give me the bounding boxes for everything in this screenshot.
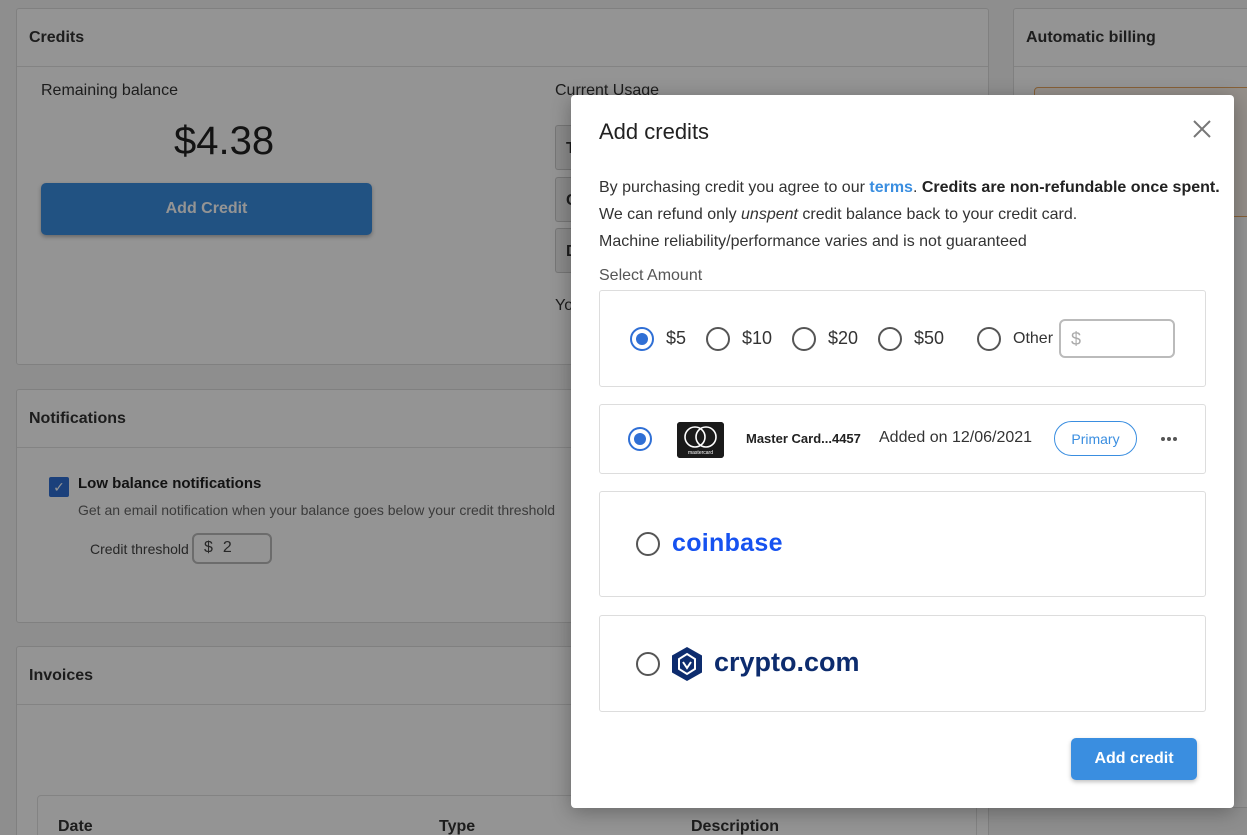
card-name: Master Card...4457 [746,431,861,446]
payment-radio-coinbase[interactable] [636,532,660,556]
payment-radio-card[interactable] [628,427,652,451]
modal-title: Add credits [599,119,710,144]
amount-radio-10[interactable] [706,327,730,351]
primary-badge: Primary [1054,421,1137,456]
amount-label-20: $20 [828,328,859,348]
reliability-notice: Machine reliability/performance varies a… [599,233,1027,250]
amount-label-50: $50 [914,328,945,348]
amount-selector: $5 $10 $20 $50 Other $ [599,290,1206,387]
mastercard-logo-icon: mastercard [677,422,724,458]
refund-suffix: credit balance back to your credit card. [797,206,1078,223]
submit-add-credit-button[interactable]: Add credit [1071,738,1197,780]
payment-radio-crypto[interactable] [636,652,660,676]
select-amount-label: Select Amount [599,267,703,284]
amount-radio-other[interactable] [977,327,1001,351]
amount-radio-20[interactable] [792,327,816,351]
payment-method-card[interactable]: mastercard Master Card...4457 Added on 1… [599,404,1206,474]
amount-label-10: $10 [742,328,773,348]
close-icon[interactable] [1190,117,1214,141]
refund-italic: unspent [741,206,798,223]
card-added-date: Added on 12/06/2021 [879,429,1033,446]
more-options-icon[interactable] [1160,430,1178,448]
other-amount-label: Other [1013,330,1054,347]
terms-link[interactable]: terms [869,179,913,196]
crypto-com-logo-icon [672,647,702,681]
refund-prefix: We can refund only [599,206,742,223]
refund-notice: We can refund only unspent credit balanc… [599,206,1077,224]
other-amount-input[interactable]: $ [1059,319,1175,358]
terms-notice: By purchasing credit you agree to our te… [599,179,1220,196]
payment-method-coinbase[interactable]: coinbase [599,491,1206,597]
coinbase-logo: coinbase [672,529,783,557]
amount-radio-50[interactable] [878,327,902,351]
amount-label-5: $5 [666,328,687,348]
payment-method-crypto[interactable]: crypto.com [599,615,1206,712]
add-credits-modal: Add credits By purchasing credit you agr… [571,95,1234,808]
svg-text:mastercard: mastercard [688,450,713,456]
crypto-com-logo: crypto.com [714,647,860,677]
amount-radio-5[interactable] [630,327,654,351]
terms-intro: By purchasing credit you agree to our [599,179,870,196]
non-refundable-text: Credits are non-refundable once spent. [921,179,1220,196]
